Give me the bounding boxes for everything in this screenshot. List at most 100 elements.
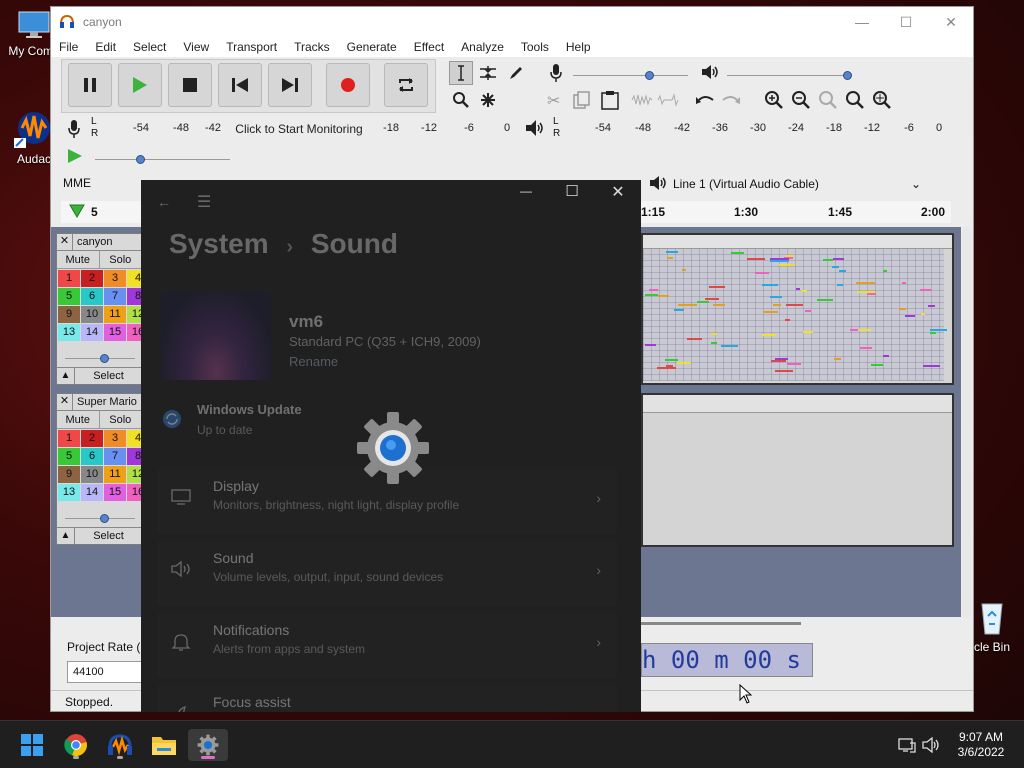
record-meter-icon[interactable] — [67, 119, 81, 142]
play-speed-slider[interactable] — [95, 159, 230, 160]
channel-button[interactable]: 7 — [104, 448, 126, 465]
channel-button[interactable]: 14 — [81, 324, 103, 341]
fit-project-icon[interactable] — [846, 91, 864, 112]
track-name[interactable]: Super Mario — [77, 396, 137, 408]
minimize-button[interactable]: — — [839, 7, 885, 37]
cut-icon[interactable]: ✂ — [547, 91, 560, 111]
menu-transport[interactable]: Transport — [226, 40, 277, 54]
collapse-icon[interactable]: ▲ — [57, 368, 75, 384]
skip-to-start-button[interactable] — [218, 63, 262, 107]
settings-row-notifications[interactable]: Notifications Alerts from apps and syste… — [157, 612, 617, 678]
track-name[interactable]: canyon — [77, 236, 112, 248]
hamburger-menu-icon[interactable]: ☰ — [197, 192, 211, 212]
audio-position-display[interactable]: h 00 m 00 s ▾ — [641, 643, 813, 677]
track-select-button[interactable]: Select — [75, 368, 142, 384]
fit-selection-icon[interactable] — [819, 91, 837, 112]
channel-button[interactable]: 5 — [58, 448, 80, 465]
channel-button[interactable]: 13 — [58, 324, 80, 341]
channel-button[interactable]: 9 — [58, 306, 80, 323]
zoom-tool-icon[interactable] — [449, 88, 473, 112]
menu-file[interactable]: File — [59, 40, 78, 54]
rename-link[interactable]: Rename — [289, 354, 338, 369]
vertical-scrollbar[interactable] — [963, 227, 971, 617]
zoom-toggle-icon[interactable] — [873, 91, 891, 112]
menu-edit[interactable]: Edit — [95, 40, 116, 54]
network-icon[interactable] — [898, 737, 916, 756]
channel-button[interactable]: 15 — [104, 484, 126, 501]
envelope-tool-icon[interactable] — [476, 61, 500, 85]
settings-maximize-button[interactable]: ☐ — [549, 182, 595, 208]
play-at-speed-icon[interactable] — [67, 148, 83, 167]
maximize-button[interactable]: ☐ — [883, 7, 929, 37]
channel-button[interactable]: 2 — [81, 430, 103, 447]
menu-help[interactable]: Help — [566, 40, 591, 54]
windows-update-title[interactable]: Windows Update — [197, 402, 302, 417]
channel-button[interactable]: 11 — [104, 306, 126, 323]
channel-button[interactable]: 9 — [58, 466, 80, 483]
channel-button[interactable]: 3 — [104, 430, 126, 447]
menu-view[interactable]: View — [183, 40, 209, 54]
collapse-icon[interactable]: ▲ — [57, 528, 75, 544]
record-volume-slider[interactable] — [573, 75, 688, 76]
skip-to-end-button[interactable] — [268, 63, 312, 107]
volume-icon[interactable] — [922, 736, 940, 756]
channel-button[interactable]: 5 — [58, 288, 80, 305]
project-rate-input[interactable]: 44100 — [67, 661, 147, 683]
start-monitoring-text[interactable]: Click to Start Monitoring — [225, 122, 373, 136]
channel-button[interactable]: 15 — [104, 324, 126, 341]
stop-button[interactable] — [168, 63, 212, 107]
channel-button[interactable]: 2 — [81, 270, 103, 287]
playback-volume-slider[interactable] — [727, 75, 847, 76]
channel-button[interactable]: 6 — [81, 288, 103, 305]
silence-icon[interactable] — [657, 93, 679, 110]
settings-row-focus-assist[interactable]: Focus assist › — [157, 684, 617, 712]
playback-meter[interactable]: -54 -48 -42 -36 -30 -24 -18 -12 -6 0 — [583, 122, 951, 134]
horizontal-scrollbar[interactable] — [641, 621, 959, 627]
channel-button[interactable]: 1 — [58, 430, 80, 447]
menu-select[interactable]: Select — [133, 40, 166, 54]
host-dropdown[interactable]: MME — [63, 173, 143, 193]
playback-volume-knob[interactable] — [843, 71, 852, 80]
channel-button[interactable]: 11 — [104, 466, 126, 483]
close-track-icon[interactable]: ✕ — [57, 394, 73, 410]
zoom-in-icon[interactable] — [765, 91, 783, 112]
menu-generate[interactable]: Generate — [347, 40, 397, 54]
menu-effect[interactable]: Effect — [414, 40, 444, 54]
channel-button[interactable]: 7 — [104, 288, 126, 305]
selection-tool-icon[interactable] — [449, 61, 473, 85]
channel-button[interactable]: 1 — [58, 270, 80, 287]
back-arrow-icon[interactable]: ← — [157, 194, 171, 210]
close-track-icon[interactable]: ✕ — [57, 234, 73, 250]
channel-button[interactable]: 10 — [81, 306, 103, 323]
solo-button[interactable]: Solo — [100, 251, 142, 268]
taskbar-file-explorer[interactable] — [144, 729, 184, 761]
channel-button[interactable]: 14 — [81, 484, 103, 501]
play-speed-knob[interactable] — [136, 155, 145, 164]
menu-tools[interactable]: Tools — [521, 40, 549, 54]
record-meter[interactable]: -54 -48 -42 Click to Start Monitoring -1… — [121, 122, 525, 136]
close-button[interactable]: ✕ — [928, 7, 973, 37]
midi-clip-super-mario[interactable] — [641, 393, 954, 547]
mute-button[interactable]: Mute — [57, 411, 100, 428]
midi-clip-canyon[interactable] — [641, 233, 954, 385]
menu-tracks[interactable]: Tracks — [294, 40, 330, 54]
taskbar-audacity[interactable] — [100, 729, 140, 761]
channel-button[interactable]: 6 — [81, 448, 103, 465]
zoom-out-icon[interactable] — [792, 91, 810, 112]
clip-title-bar[interactable] — [643, 235, 952, 249]
gain-knob[interactable] — [100, 514, 109, 523]
track-select-button[interactable]: Select — [75, 528, 142, 544]
record-volume-knob[interactable] — [645, 71, 654, 80]
taskbar-chrome[interactable] — [56, 729, 96, 761]
trim-icon[interactable] — [631, 93, 653, 110]
channel-button[interactable]: 10 — [81, 466, 103, 483]
paste-icon[interactable] — [601, 90, 619, 113]
gain-knob[interactable] — [100, 354, 109, 363]
solo-button[interactable]: Solo — [100, 411, 142, 428]
draw-tool-icon[interactable] — [504, 61, 528, 85]
channel-button[interactable]: 13 — [58, 484, 80, 501]
breadcrumb-parent[interactable]: System — [169, 228, 269, 259]
multi-tool-icon[interactable] — [476, 88, 500, 112]
playback-meter-icon[interactable] — [525, 119, 545, 140]
title-bar[interactable]: canyon — [51, 7, 973, 37]
